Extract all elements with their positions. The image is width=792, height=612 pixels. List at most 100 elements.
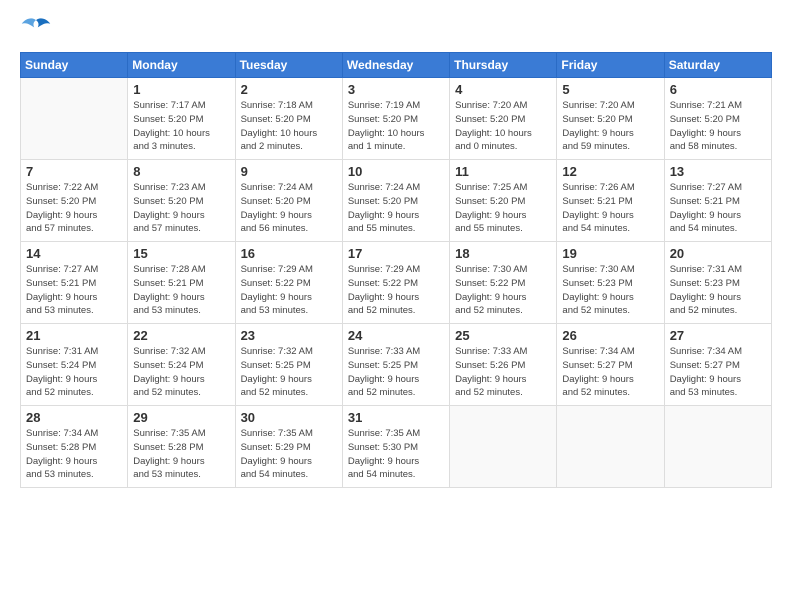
calendar-cell: 9 Sunrise: 7:24 AM Sunset: 5:20 PM Daylig… [235,160,342,242]
week-row-3: 14 Sunrise: 7:27 AM Sunset: 5:21 PM Dayli… [21,242,772,324]
week-row-2: 7Sunrise: 7:22 AM Sunset: 5:20 PM Daylig… [21,160,772,242]
calendar-cell: 1 Sunrise: 7:17 AM Sunset: 5:20 PM Daylig… [128,78,235,160]
day-number: 12 [562,164,658,179]
weekday-wednesday: Wednesday [342,53,449,78]
day-info: Sunrise: 7:17 AM Sunset: 5:20 PM Dayligh… [133,99,229,154]
calendar-cell: 17 Sunrise: 7:29 AM Sunset: 5:22 PM Dayli… [342,242,449,324]
weekday-thursday: Thursday [450,53,557,78]
day-number: 19 [562,246,658,261]
day-info: Sunrise: 7:35 AM Sunset: 5:29 PM Dayligh… [241,427,337,482]
day-info: Sunrise: 7:22 AM Sunset: 5:20 PM Dayligh… [26,181,122,236]
day-number: 17 [348,246,444,261]
day-info: Sunrise: 7:34 AM Sunset: 5:27 PM Dayligh… [562,345,658,400]
calendar-cell: 13 Sunrise: 7:27 AM Sunset: 5:21 PM Dayli… [664,160,771,242]
day-info: Sunrise: 7:26 AM Sunset: 5:21 PM Dayligh… [562,181,658,236]
week-row-1: 1 Sunrise: 7:17 AM Sunset: 5:20 PM Daylig… [21,78,772,160]
calendar-cell: 24 Sunrise: 7:33 AM Sunset: 5:25 PM Dayli… [342,324,449,406]
calendar-cell: 4 Sunrise: 7:20 AM Sunset: 5:20 PM Daylig… [450,78,557,160]
day-info: Sunrise: 7:24 AM Sunset: 5:20 PM Dayligh… [241,181,337,236]
day-number: 5 [562,82,658,97]
calendar-cell: 31 Sunrise: 7:35 AM Sunset: 5:30 PM Dayli… [342,406,449,488]
day-info: Sunrise: 7:33 AM Sunset: 5:26 PM Dayligh… [455,345,551,400]
day-info: Sunrise: 7:30 AM Sunset: 5:22 PM Dayligh… [455,263,551,318]
day-number: 1 [133,82,229,97]
day-number: 20 [670,246,766,261]
day-info: Sunrise: 7:33 AM Sunset: 5:25 PM Dayligh… [348,345,444,400]
calendar-cell: 23 Sunrise: 7:32 AM Sunset: 5:25 PM Dayli… [235,324,342,406]
day-number: 24 [348,328,444,343]
day-info: Sunrise: 7:29 AM Sunset: 5:22 PM Dayligh… [348,263,444,318]
day-info: Sunrise: 7:32 AM Sunset: 5:25 PM Dayligh… [241,345,337,400]
day-number: 4 [455,82,551,97]
day-info: Sunrise: 7:32 AM Sunset: 5:24 PM Dayligh… [133,345,229,400]
calendar-cell [450,406,557,488]
day-number: 13 [670,164,766,179]
logo [20,16,56,44]
day-number: 14 [26,246,122,261]
day-number: 8 [133,164,229,179]
day-number: 22 [133,328,229,343]
day-number: 6 [670,82,766,97]
day-info: Sunrise: 7:19 AM Sunset: 5:20 PM Dayligh… [348,99,444,154]
weekday-monday: Monday [128,53,235,78]
day-number: 15 [133,246,229,261]
calendar-cell: 18Sunrise: 7:30 AM Sunset: 5:22 PM Dayli… [450,242,557,324]
day-info: Sunrise: 7:27 AM Sunset: 5:21 PM Dayligh… [26,263,122,318]
header [20,16,772,44]
day-number: 9 [241,164,337,179]
day-number: 25 [455,328,551,343]
day-number: 29 [133,410,229,425]
week-row-5: 28 Sunrise: 7:34 AM Sunset: 5:28 PM Dayli… [21,406,772,488]
calendar-cell: 7Sunrise: 7:22 AM Sunset: 5:20 PM Daylig… [21,160,128,242]
calendar-cell: 29 Sunrise: 7:35 AM Sunset: 5:28 PM Dayli… [128,406,235,488]
day-number: 31 [348,410,444,425]
day-info: Sunrise: 7:35 AM Sunset: 5:28 PM Dayligh… [133,427,229,482]
calendar-cell: 27 Sunrise: 7:34 AM Sunset: 5:27 PM Dayli… [664,324,771,406]
day-info: Sunrise: 7:30 AM Sunset: 5:23 PM Dayligh… [562,263,658,318]
weekday-tuesday: Tuesday [235,53,342,78]
calendar-cell: 6Sunrise: 7:21 AM Sunset: 5:20 PM Daylig… [664,78,771,160]
day-info: Sunrise: 7:27 AM Sunset: 5:21 PM Dayligh… [670,181,766,236]
day-number: 16 [241,246,337,261]
calendar-cell: 25 Sunrise: 7:33 AM Sunset: 5:26 PM Dayli… [450,324,557,406]
calendar-cell: 20 Sunrise: 7:31 AM Sunset: 5:23 PM Dayli… [664,242,771,324]
day-info: Sunrise: 7:20 AM Sunset: 5:20 PM Dayligh… [455,99,551,154]
day-number: 28 [26,410,122,425]
logo-icon [20,16,52,44]
day-info: Sunrise: 7:35 AM Sunset: 5:30 PM Dayligh… [348,427,444,482]
day-number: 11 [455,164,551,179]
calendar-cell: 5 Sunrise: 7:20 AM Sunset: 5:20 PM Daylig… [557,78,664,160]
calendar-cell [557,406,664,488]
day-info: Sunrise: 7:34 AM Sunset: 5:27 PM Dayligh… [670,345,766,400]
day-number: 26 [562,328,658,343]
calendar-cell: 12 Sunrise: 7:26 AM Sunset: 5:21 PM Dayli… [557,160,664,242]
day-number: 27 [670,328,766,343]
calendar-cell: 2Sunrise: 7:18 AM Sunset: 5:20 PM Daylig… [235,78,342,160]
weekday-friday: Friday [557,53,664,78]
calendar-cell: 26 Sunrise: 7:34 AM Sunset: 5:27 PM Dayli… [557,324,664,406]
day-info: Sunrise: 7:34 AM Sunset: 5:28 PM Dayligh… [26,427,122,482]
calendar-cell: 10 Sunrise: 7:24 AM Sunset: 5:20 PM Dayli… [342,160,449,242]
day-info: Sunrise: 7:31 AM Sunset: 5:23 PM Dayligh… [670,263,766,318]
calendar-cell: 15 Sunrise: 7:28 AM Sunset: 5:21 PM Dayli… [128,242,235,324]
calendar-cell: 14 Sunrise: 7:27 AM Sunset: 5:21 PM Dayli… [21,242,128,324]
calendar-page: SundayMondayTuesdayWednesdayThursdayFrid… [0,0,792,612]
calendar-cell: 11 Sunrise: 7:25 AM Sunset: 5:20 PM Dayli… [450,160,557,242]
weekday-header-row: SundayMondayTuesdayWednesdayThursdayFrid… [21,53,772,78]
day-info: Sunrise: 7:23 AM Sunset: 5:20 PM Dayligh… [133,181,229,236]
day-info: Sunrise: 7:25 AM Sunset: 5:20 PM Dayligh… [455,181,551,236]
calendar-cell [21,78,128,160]
day-info: Sunrise: 7:24 AM Sunset: 5:20 PM Dayligh… [348,181,444,236]
week-row-4: 21Sunrise: 7:31 AM Sunset: 5:24 PM Dayli… [21,324,772,406]
calendar-cell [664,406,771,488]
day-info: Sunrise: 7:28 AM Sunset: 5:21 PM Dayligh… [133,263,229,318]
calendar-cell: 21Sunrise: 7:31 AM Sunset: 5:24 PM Dayli… [21,324,128,406]
calendar-table: SundayMondayTuesdayWednesdayThursdayFrid… [20,52,772,488]
weekday-saturday: Saturday [664,53,771,78]
calendar-cell: 8 Sunrise: 7:23 AM Sunset: 5:20 PM Daylig… [128,160,235,242]
day-info: Sunrise: 7:31 AM Sunset: 5:24 PM Dayligh… [26,345,122,400]
day-info: Sunrise: 7:20 AM Sunset: 5:20 PM Dayligh… [562,99,658,154]
calendar-cell: 28 Sunrise: 7:34 AM Sunset: 5:28 PM Dayli… [21,406,128,488]
day-number: 23 [241,328,337,343]
day-number: 10 [348,164,444,179]
